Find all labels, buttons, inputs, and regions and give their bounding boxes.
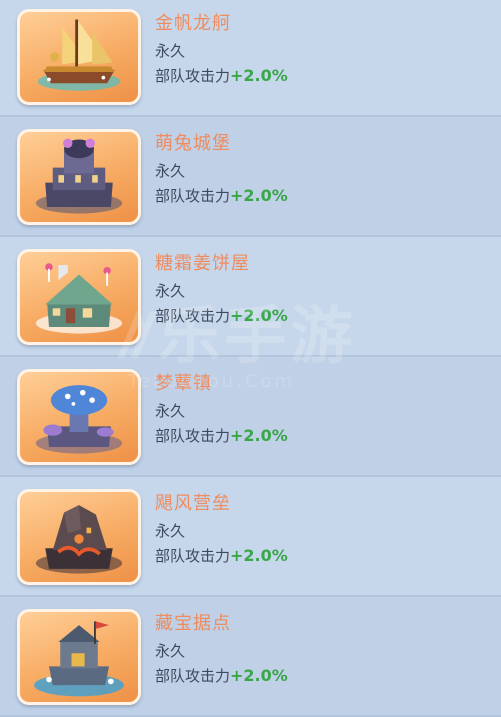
item-bonus: 部队攻击力+2.0%: [155, 425, 288, 446]
item-duration: 永久: [155, 162, 186, 180]
bonus-label: 部队攻击力: [155, 67, 231, 85]
bonus-value: +2.0%: [230, 426, 288, 445]
item-bonus: 部队攻击力+2.0%: [155, 65, 288, 86]
item-name: 金帆龙舸: [155, 13, 231, 34]
item-name: 梦蕈镇: [155, 373, 212, 394]
item-bonus: 部队攻击力+2.0%: [155, 545, 288, 566]
treasure-stronghold-icon[interactable]: [17, 609, 141, 705]
hurricane-fortress-icon[interactable]: [17, 489, 141, 585]
bonus-label: 部队攻击力: [155, 427, 231, 445]
item-duration: 永久: [155, 402, 186, 420]
item-duration: 永久: [155, 282, 186, 300]
list-item[interactable]: 藏宝据点 永久 部队攻击力+2.0%: [0, 597, 501, 717]
list-item[interactable]: 金帆龙舸 永久 部队攻击力+2.0%: [0, 0, 501, 117]
item-name: 萌兔城堡: [155, 133, 231, 154]
gingerbread-house-icon[interactable]: [17, 249, 141, 345]
bonus-label: 部队攻击力: [155, 187, 231, 205]
item-name: 藏宝据点: [155, 613, 231, 634]
list-item[interactable]: 萌兔城堡 永久 部队攻击力+2.0%: [0, 117, 501, 237]
bonus-value: +2.0%: [230, 186, 288, 205]
bonus-value: +2.0%: [230, 306, 288, 325]
list-item[interactable]: 梦蕈镇 永久 部队攻击力+2.0%: [0, 357, 501, 477]
skin-list: 金帆龙舸 永久 部队攻击力+2.0% 萌兔城堡 永久 部队攻击力+2.0% 糖霜…: [0, 0, 501, 717]
item-bonus: 部队攻击力+2.0%: [155, 305, 288, 326]
list-item[interactable]: 飓风营垒 永久 部队攻击力+2.0%: [0, 477, 501, 597]
bonus-label: 部队攻击力: [155, 307, 231, 325]
list-item[interactable]: 糖霜姜饼屋 永久 部队攻击力+2.0%: [0, 237, 501, 357]
item-duration: 永久: [155, 522, 186, 540]
bunny-castle-icon[interactable]: [17, 129, 141, 225]
bonus-value: +2.0%: [230, 546, 288, 565]
item-bonus: 部队攻击力+2.0%: [155, 185, 288, 206]
mushroom-town-icon[interactable]: [17, 369, 141, 465]
bonus-label: 部队攻击力: [155, 667, 231, 685]
item-duration: 永久: [155, 642, 186, 660]
item-duration: 永久: [155, 42, 186, 60]
bonus-value: +2.0%: [230, 66, 288, 85]
item-bonus: 部队攻击力+2.0%: [155, 665, 288, 686]
bonus-label: 部队攻击力: [155, 547, 231, 565]
bonus-value: +2.0%: [230, 666, 288, 685]
item-name: 糖霜姜饼屋: [155, 253, 250, 274]
item-name: 飓风营垒: [155, 493, 231, 514]
golden-ship-icon[interactable]: [17, 9, 141, 105]
